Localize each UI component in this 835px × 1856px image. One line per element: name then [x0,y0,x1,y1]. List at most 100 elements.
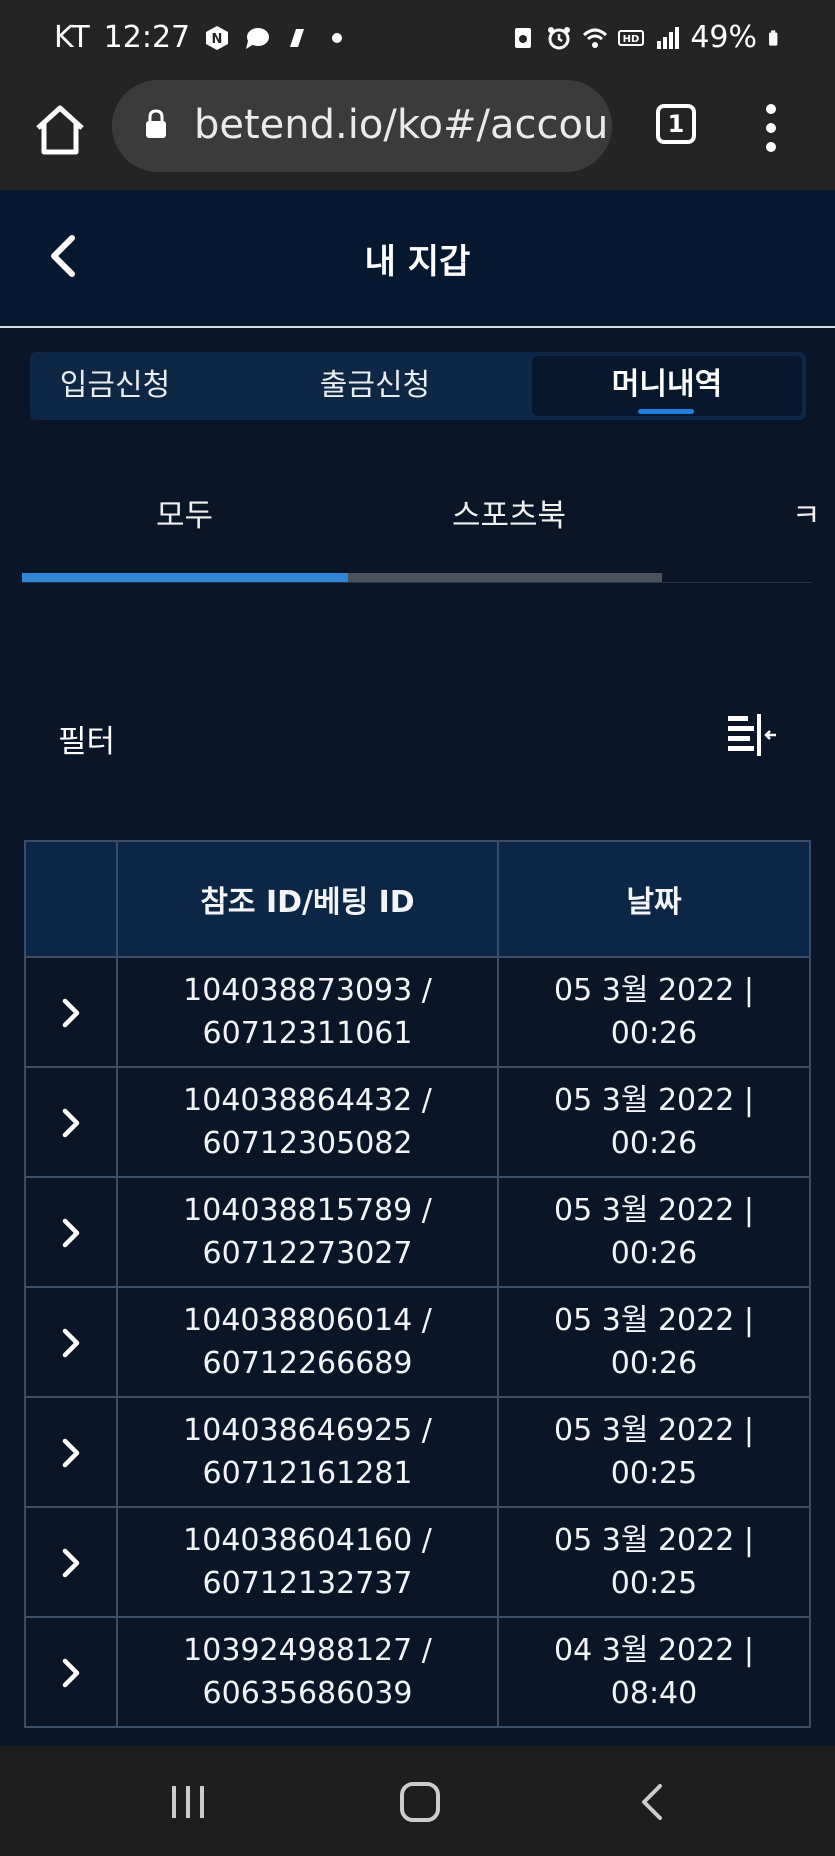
app-notification-icon [290,28,305,47]
reference-id-cell: 104038646925 / 60712161281 [116,1396,499,1508]
date-cell: 05 3월 2022 | 00:26 [497,956,811,1068]
tab-switcher-button[interactable]: 1 [656,104,696,144]
table-row[interactable]: 104038806014 / 60712266689 05 3월 2022 | 00… [24,1286,811,1398]
chevron-right-icon [62,1658,80,1688]
wallet-tabs: 입금신청 출금신청 머니내역 [30,352,806,420]
chevron-right-icon [62,1328,80,1358]
date-cell: 05 3월 2022 | 00:25 [497,1506,811,1618]
signal-icon [657,26,680,49]
battery-percent: 49% [690,20,757,55]
table-row[interactable]: 104038815789 / 60712273027 05 3월 2022 | 00… [24,1176,811,1288]
reference-id-cell: 104038604160 / 60712132737 [116,1506,499,1618]
date-cell: 05 3월 2022 | 00:26 [497,1286,811,1398]
date-cell: 05 3월 2022 | 00:26 [497,1066,811,1178]
table-row[interactable]: 104038873093 / 60712311061 05 3월 2022 | 00… [24,956,811,1068]
table-row[interactable]: 104038604160 / 60712132737 05 3월 2022 | 00… [24,1506,811,1618]
date-cell: 04 3월 2022 | 08:40 [497,1616,811,1728]
chevron-right-icon [62,1438,80,1468]
chevron-right-icon [62,998,80,1028]
reference-id-cell: 104038806014 / 60712266689 [116,1286,499,1398]
expand-column-header [24,840,118,958]
bet-id: 60635686039 [202,1676,413,1711]
date: 05 3월 2022 | [554,1523,754,1558]
date-header: 날짜 [497,840,811,958]
tab-withdraw-request[interactable]: 출금신청 [245,352,505,420]
svg-text:N: N [212,32,223,47]
date: 05 3월 2022 | [554,1083,754,1118]
bet-id: 60712266689 [202,1346,413,1381]
address-bar[interactable]: betend.io/ko#/accour [112,80,612,172]
table-row[interactable]: 104038646925 / 60712161281 05 3월 2022 | 00… [24,1396,811,1508]
reference-id-header: 참조 ID/베팅 ID [116,840,499,958]
subtab-casino-partial[interactable]: ㅋ [792,490,821,535]
subtab-all[interactable]: 모두 [156,490,213,535]
subtab-sportsbook[interactable]: 스포츠북 [452,490,566,535]
bet-id: 60712132737 [202,1566,413,1601]
date: 05 3월 2022 | [554,1303,754,1338]
chevron-right-icon [62,1218,80,1248]
home-icon[interactable] [30,100,90,160]
date-cell: 05 3월 2022 | 00:26 [497,1176,811,1288]
date: 05 3월 2022 | [554,1193,754,1228]
subtab-active-indicator [22,573,348,582]
time: 00:25 [610,1456,698,1491]
reference-id: 104038646925 / [183,1413,432,1448]
expand-row-button[interactable] [24,956,118,1068]
reference-id: 103924988127 / [183,1633,432,1668]
battery-icon [769,29,778,46]
url-text: betend.io/ko#/accour [194,102,612,148]
reference-id: 104038864432 / [183,1083,432,1118]
reference-id: 104038604160 / [183,1523,432,1558]
bet-id: 60712305082 [202,1126,413,1161]
wifi-icon [583,28,608,48]
date: 05 3월 2022 | [554,973,754,1008]
expand-row-button[interactable] [24,1506,118,1618]
chevron-right-icon [62,1108,80,1138]
date-cell: 05 3월 2022 | 00:25 [497,1396,811,1508]
reference-id-cell: 104038873093 / 60712311061 [116,956,499,1068]
filter-collapse-icon[interactable] [726,712,778,758]
clock: 12:27 [103,20,191,55]
tab-money-history-label: 머니내역 [611,367,723,402]
hd-voice-icon: HD [618,29,645,46]
reference-id: 104038873093 / [183,973,432,1008]
more-notifications-dot-icon [332,32,343,43]
reference-id-cell: 103924988127 / 60635686039 [116,1616,499,1728]
expand-row-button[interactable] [24,1396,118,1508]
tab-deposit-request[interactable]: 입금신청 [30,352,200,420]
bet-id: 60712161281 [202,1456,413,1491]
table-row[interactable]: 103924988127 / 60635686039 04 3월 2022 | 08… [24,1616,811,1728]
active-tab-indicator [638,409,694,414]
tab-money-history[interactable]: 머니내역 [532,356,802,416]
bet-id: 60712273027 [202,1236,413,1271]
status-bar: KT 12:27 N HD 49% [0,0,835,76]
subtab-divider [22,582,812,583]
filter-label[interactable]: 필터 [58,716,115,761]
bet-id: 60712311061 [202,1016,413,1051]
system-nav-bar [0,1746,835,1856]
time: 00:26 [610,1016,698,1051]
table-row[interactable]: 104038864432 / 60712305082 05 3월 2022 | 00… [24,1066,811,1178]
home-nav-icon[interactable] [398,1780,442,1824]
reference-id-cell: 104038864432 / 60712305082 [116,1066,499,1178]
expand-row-button[interactable] [24,1616,118,1728]
browser-toolbar: betend.io/ko#/accour 1 [0,76,835,190]
app-header: 내 지갑 [0,190,835,328]
expand-row-button[interactable] [24,1176,118,1288]
date: 05 3월 2022 | [554,1413,754,1448]
expand-row-button[interactable] [24,1066,118,1178]
expand-row-button[interactable] [24,1286,118,1398]
browser-menu-icon[interactable] [756,100,786,156]
time: 00:26 [610,1236,698,1271]
reference-id: 104038815789 / [183,1193,432,1228]
time: 00:25 [610,1566,698,1601]
page-title: 내 지갑 [364,242,471,282]
alarm-icon [548,26,571,49]
back-nav-icon[interactable] [638,1782,668,1822]
lock-icon [146,109,166,138]
time: 00:26 [610,1126,698,1161]
recent-apps-icon[interactable] [168,1782,208,1822]
transaction-table: 참조 ID/베팅 ID 날짜 104038873093 / 60712311061… [24,840,811,1728]
svg-text:HD: HD [623,34,640,45]
carrier-label: KT [54,20,90,55]
